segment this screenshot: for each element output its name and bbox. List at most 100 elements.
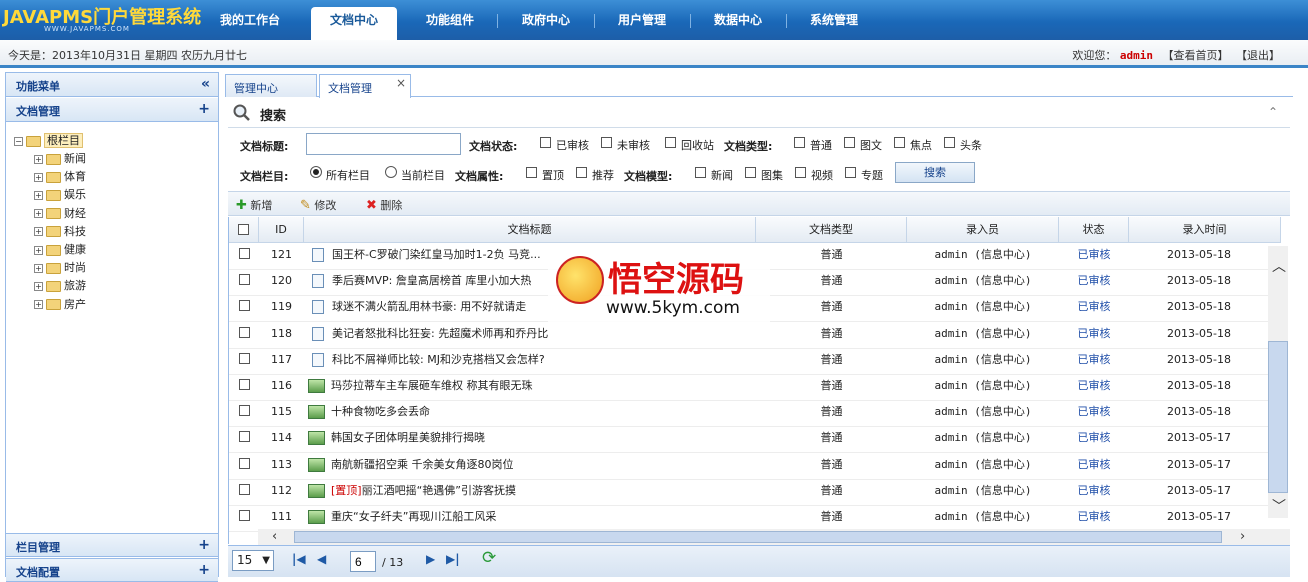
tree-expand-icon[interactable]: + [34, 281, 43, 291]
next-page-icon[interactable]: ▶ [426, 552, 435, 566]
header-title[interactable]: 文档标题 [304, 217, 756, 243]
cell-title-text[interactable]: 南航新疆招空乘 千余美女角逐80岗位 [331, 458, 514, 471]
last-page-icon[interactable]: ▶| [446, 552, 460, 566]
cell-status[interactable]: 已审核 [1059, 323, 1129, 349]
scroll-thumb[interactable] [1268, 341, 1288, 493]
nav-tab-data[interactable]: 数据中心 [694, 8, 782, 40]
type-focus-checkbox[interactable] [894, 137, 905, 148]
horizontal-scrollbar[interactable]: ‹ › [258, 529, 1290, 545]
cell-title-text[interactable]: 美记者怒批科比狂妄: 先超魔术师再和乔丹比 [332, 327, 548, 340]
header-id[interactable]: ID [259, 217, 304, 243]
cell-status[interactable]: 已审核 [1059, 480, 1129, 506]
model-topic-checkbox[interactable] [845, 167, 856, 178]
row-checkbox[interactable] [238, 405, 250, 417]
cell-status[interactable]: 已审核 [1059, 349, 1129, 375]
tree-expand-icon[interactable]: + [34, 172, 43, 182]
attr-top-checkbox[interactable] [526, 167, 537, 178]
header-status[interactable]: 状态 [1059, 217, 1129, 243]
status-recycle-checkbox[interactable] [665, 137, 676, 148]
cell-status[interactable]: 已审核 [1059, 427, 1129, 453]
expand-plus-icon[interactable]: + [198, 101, 210, 117]
type-image-text-checkbox[interactable] [844, 137, 855, 148]
cell-status[interactable]: 已审核 [1059, 375, 1129, 401]
header-editor[interactable]: 录入员 [907, 217, 1059, 243]
table-row[interactable]: 116 玛莎拉蒂车主车展砸车维权 称其有眼无珠 普通 admin (信息中心) 已审核 2… [229, 375, 1269, 401]
doc-title-input[interactable] [306, 133, 461, 155]
cell-title-text[interactable]: 玛莎拉蒂车主车展砸车维权 称其有眼无珠 [331, 379, 533, 392]
column-current-radio[interactable] [385, 166, 397, 178]
header-time[interactable]: 录入时间 [1129, 217, 1281, 243]
row-checkbox[interactable] [238, 431, 250, 443]
doc-config-header[interactable]: 文档配置 + [6, 558, 218, 582]
row-checkbox[interactable] [238, 326, 250, 338]
collapse-icon[interactable]: « [201, 76, 210, 92]
cell-status[interactable]: 已审核 [1059, 244, 1129, 270]
type-normal-checkbox[interactable] [794, 137, 805, 148]
row-checkbox[interactable] [238, 300, 250, 312]
model-news-checkbox[interactable] [695, 167, 706, 178]
row-checkbox[interactable] [238, 379, 250, 390]
tree-item[interactable]: + 健康 [34, 241, 86, 259]
first-page-icon[interactable]: |◀ [292, 552, 306, 566]
tree-expand-icon[interactable]: + [34, 209, 43, 219]
tree-expand-icon[interactable]: + [34, 154, 43, 164]
model-video-checkbox[interactable] [795, 167, 806, 178]
tab-doc-management[interactable]: 文档管理 × [319, 74, 411, 98]
row-checkbox[interactable] [238, 248, 250, 259]
scroll-right-icon[interactable]: › [1240, 529, 1245, 544]
cell-title-text[interactable]: 重庆“女子纤夫”再现川江船工风采 [331, 510, 496, 523]
cell-title[interactable]: 玛莎拉蒂车主车展砸车维权 称其有眼无珠 [304, 375, 756, 401]
tree-expand-icon[interactable]: + [34, 300, 43, 310]
delete-button[interactable]: ✖ 删除 [366, 197, 402, 213]
status-pending-checkbox[interactable] [601, 137, 612, 148]
row-checkbox[interactable] [238, 483, 250, 495]
cell-title-text[interactable]: 球迷不满火箭乱用林书豪: 用不好就请走 [332, 300, 526, 313]
cell-title-text[interactable]: 十种食物吃多会丢命 [331, 405, 430, 418]
add-button[interactable]: ✚ 新增 [236, 197, 272, 213]
table-row[interactable]: 114 韩国女子团体明星美貌排行揭晓 普通 admin (信息中心) 已审核 2013-0… [229, 427, 1269, 454]
refresh-icon[interactable]: ⟳ [482, 548, 496, 568]
prev-page-icon[interactable]: ◀ [317, 552, 326, 566]
type-headline-checkbox[interactable] [944, 137, 955, 148]
scroll-left-icon[interactable]: ‹ [272, 529, 277, 544]
nav-tab-components[interactable]: 功能组件 [408, 8, 492, 40]
home-link[interactable]: 【查看首页】 [1163, 49, 1229, 62]
cell-title[interactable]: 十种食物吃多会丢命 [304, 401, 756, 427]
cell-status[interactable]: 已审核 [1059, 296, 1129, 322]
model-gallery-checkbox[interactable] [745, 167, 756, 178]
cell-title[interactable]: 韩国女子团体明星美貌排行揭晓 [304, 427, 756, 453]
column-mgmt-header[interactable]: 栏目管理 + [6, 533, 218, 557]
vertical-scrollbar[interactable]: ︿ ﹀ [1268, 246, 1288, 518]
cell-title-text[interactable]: 季后赛MVP: 詹皇高居榜首 库里小加大热 [332, 274, 531, 287]
tree-item[interactable]: + 财经 [34, 205, 86, 223]
row-checkbox[interactable] [238, 274, 250, 286]
table-row[interactable]: 117 科比不屑禅师比较: MJ和沙克搭档又会怎样? 普通 admin (信息中心) 已… [229, 349, 1269, 375]
tree-item[interactable]: + 旅游 [34, 277, 86, 295]
cell-title-text[interactable]: 科比不屑禅师比较: MJ和沙克搭档又会怎样? [332, 353, 545, 366]
table-row[interactable]: 113 南航新疆招空乘 千余美女角逐80岗位 普通 admin (信息中心) 已审核 20… [229, 454, 1269, 480]
attr-recommend-checkbox[interactable] [576, 167, 587, 178]
tree-collapse-icon[interactable]: − [14, 136, 23, 146]
row-checkbox[interactable] [238, 457, 250, 469]
cell-title-text[interactable]: 韩国女子团体明星美貌排行揭晓 [331, 431, 485, 444]
select-all-checkbox[interactable] [238, 224, 249, 235]
tree-item[interactable]: + 时尚 [34, 259, 86, 277]
page-size-select[interactable]: 15 ▼ [232, 550, 274, 571]
table-row[interactable]: 115 十种食物吃多会丢命 普通 admin (信息中心) 已审核 2013-05-18 [229, 401, 1269, 428]
column-all-radio[interactable] [310, 166, 322, 178]
tree-expand-icon[interactable]: + [34, 227, 43, 237]
tree-item[interactable]: + 房产 [34, 296, 86, 314]
tree-item[interactable]: + 科技 [34, 223, 86, 241]
tree-expand-icon[interactable]: + [34, 190, 43, 200]
tree-item[interactable]: + 娱乐 [34, 186, 86, 204]
tree-item[interactable]: + 新闻 [34, 150, 86, 168]
cell-status[interactable]: 已审核 [1059, 270, 1129, 296]
tree-item[interactable]: + 体育 [34, 168, 86, 186]
tree-root[interactable]: − 根栏目 [14, 132, 83, 150]
header-type[interactable]: 文档类型 [756, 217, 907, 243]
tree-expand-icon[interactable]: + [34, 263, 43, 273]
collapse-up-icon[interactable]: ⌃ [1268, 105, 1278, 119]
search-button[interactable]: 搜索 [895, 162, 975, 183]
tree-expand-icon[interactable]: + [34, 245, 43, 255]
nav-tab-system[interactable]: 系统管理 [790, 8, 878, 40]
